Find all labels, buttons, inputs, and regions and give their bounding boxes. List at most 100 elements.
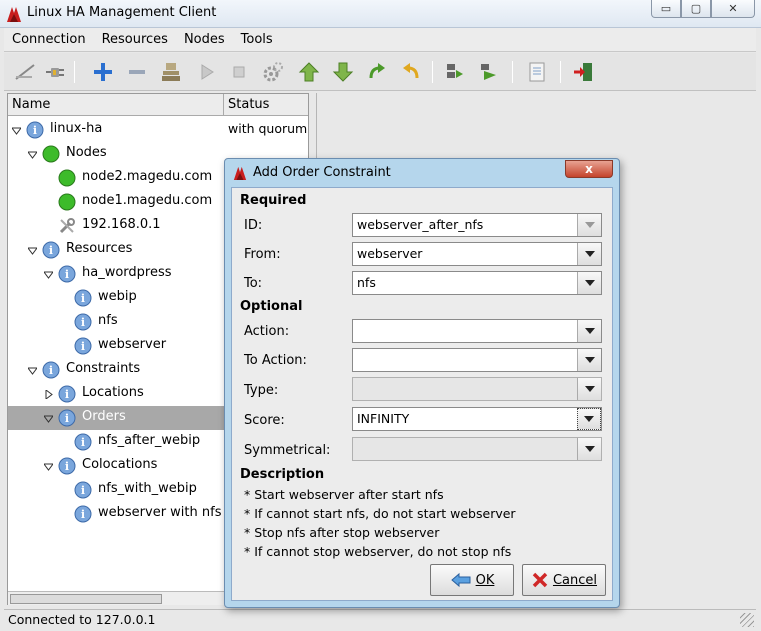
add-order-constraint-dialog: Add Order Constraint x Required ID: webs… bbox=[224, 158, 620, 608]
svg-text:i: i bbox=[65, 268, 69, 281]
symmetrical-select[interactable] bbox=[352, 437, 602, 461]
tree-label: Orders bbox=[82, 409, 126, 424]
window-titlebar: Linux HA Management Client ▭ ▢ ✕ bbox=[0, 0, 761, 28]
resize-grip-icon[interactable] bbox=[740, 613, 754, 627]
tree-label: nfs_after_webip bbox=[98, 433, 201, 448]
to-action-select[interactable] bbox=[352, 348, 602, 372]
info-icon: i bbox=[42, 241, 60, 259]
collapsed-arrow-icon[interactable] bbox=[44, 390, 53, 399]
svg-text:i: i bbox=[65, 460, 69, 473]
expanded-arrow-icon[interactable] bbox=[44, 270, 53, 279]
to-action-label: To Action: bbox=[244, 353, 307, 368]
info-icon: i bbox=[58, 265, 76, 283]
stop-icon[interactable] bbox=[226, 59, 252, 85]
standby-icon[interactable] bbox=[442, 59, 468, 85]
expanded-arrow-icon[interactable] bbox=[28, 366, 37, 375]
expanded-arrow-icon[interactable] bbox=[28, 150, 37, 159]
chevron-down-icon[interactable] bbox=[577, 408, 601, 430]
cancel-x-icon bbox=[532, 572, 548, 588]
minimize-button[interactable]: ▭ bbox=[651, 0, 681, 18]
to-select[interactable]: nfs bbox=[352, 271, 602, 295]
menu-tools[interactable]: Tools bbox=[233, 32, 281, 47]
ok-arrow-icon bbox=[450, 572, 471, 588]
heartbeat-app-icon bbox=[7, 7, 21, 22]
score-select[interactable]: INFINITY bbox=[352, 407, 602, 431]
window-title: Linux HA Management Client bbox=[27, 5, 217, 20]
redo-icon[interactable] bbox=[364, 59, 390, 85]
chevron-down-icon[interactable] bbox=[577, 272, 601, 294]
svg-text:i: i bbox=[81, 436, 85, 449]
chevron-down-icon[interactable] bbox=[577, 214, 601, 236]
connection-status: Connected to 127.0.0.1 bbox=[8, 612, 156, 627]
column-header-status[interactable]: Status bbox=[224, 94, 308, 116]
menu-resources[interactable]: Resources bbox=[94, 32, 176, 47]
gear-icon[interactable] bbox=[260, 59, 286, 85]
tree-label: Colocations bbox=[82, 457, 158, 472]
from-select[interactable]: webserver bbox=[352, 242, 602, 266]
info-icon: i bbox=[26, 121, 44, 139]
close-window-button[interactable]: ✕ bbox=[711, 0, 755, 18]
id-field[interactable]: webserver_after_nfs bbox=[352, 213, 602, 237]
tree-header: Name Status bbox=[8, 94, 308, 116]
required-section-label: Required bbox=[240, 193, 307, 208]
maximize-button[interactable]: ▢ bbox=[681, 0, 711, 18]
green-status-icon bbox=[58, 169, 76, 187]
active-icon[interactable] bbox=[476, 59, 502, 85]
info-icon: i bbox=[74, 433, 92, 451]
dialog-body: Required ID: webserver_after_nfs From: w… bbox=[231, 187, 613, 601]
to-label: To: bbox=[244, 276, 263, 291]
expanded-arrow-icon[interactable] bbox=[12, 126, 21, 135]
move-up-icon[interactable] bbox=[296, 59, 322, 85]
add-icon[interactable] bbox=[90, 59, 116, 85]
scrollbar-thumb[interactable] bbox=[10, 594, 162, 604]
description-line: * Start webserver after start nfs bbox=[244, 487, 444, 502]
undo-icon[interactable] bbox=[398, 59, 424, 85]
tree-label: linux-ha bbox=[50, 121, 103, 136]
type-select[interactable] bbox=[352, 377, 602, 401]
column-header-name[interactable]: Name bbox=[8, 94, 224, 116]
id-label: ID: bbox=[244, 218, 263, 233]
chevron-down-icon[interactable] bbox=[577, 438, 601, 460]
plug-icon[interactable] bbox=[42, 59, 68, 85]
svg-text:i: i bbox=[65, 388, 69, 401]
tree-row-orders[interactable]: i Orders bbox=[8, 406, 224, 430]
document-icon[interactable] bbox=[524, 59, 550, 85]
tree-label: webserver with nfs bbox=[98, 505, 222, 520]
action-select[interactable] bbox=[352, 319, 602, 343]
description-line: * Stop nfs after stop webserver bbox=[244, 525, 440, 540]
move-down-icon[interactable] bbox=[330, 59, 356, 85]
expanded-arrow-icon[interactable] bbox=[44, 414, 53, 423]
action-label: Action: bbox=[244, 324, 290, 339]
remove-icon[interactable] bbox=[124, 59, 150, 85]
ok-button[interactable]: OK bbox=[430, 564, 514, 596]
start-icon[interactable] bbox=[194, 59, 220, 85]
heartbeat-app-icon bbox=[233, 166, 247, 180]
tree-row-linux-ha[interactable]: i linux-ha with quorum bbox=[8, 118, 308, 142]
expanded-arrow-icon[interactable] bbox=[28, 246, 37, 255]
chevron-down-icon[interactable] bbox=[577, 320, 601, 342]
menu-connection[interactable]: Connection bbox=[4, 32, 94, 47]
status-bar: Connected to 127.0.0.1 bbox=[4, 609, 756, 629]
quorum-status: with quorum bbox=[228, 121, 308, 136]
chevron-down-icon[interactable] bbox=[577, 378, 601, 400]
tree-label: webip bbox=[98, 289, 137, 304]
info-icon: i bbox=[74, 313, 92, 331]
chevron-down-icon[interactable] bbox=[577, 243, 601, 265]
tree-label: nfs_with_webip bbox=[98, 481, 197, 496]
svg-text:i: i bbox=[49, 364, 53, 377]
exit-icon[interactable] bbox=[570, 59, 596, 85]
tree-label: ha_wordpress bbox=[82, 265, 172, 280]
cancel-button[interactable]: Cancel bbox=[522, 564, 606, 596]
dialog-close-button[interactable]: x bbox=[565, 160, 613, 178]
symmetrical-label: Symmetrical: bbox=[244, 443, 331, 458]
green-status-icon bbox=[42, 145, 60, 163]
chevron-down-icon[interactable] bbox=[577, 349, 601, 371]
dialog-title: Add Order Constraint bbox=[253, 165, 391, 180]
info-icon: i bbox=[58, 457, 76, 475]
menu-nodes[interactable]: Nodes bbox=[176, 32, 233, 47]
cleanup-icon[interactable] bbox=[158, 59, 184, 85]
svg-text:i: i bbox=[81, 292, 85, 305]
svg-text:i: i bbox=[81, 316, 85, 329]
disconnect-icon[interactable] bbox=[12, 59, 38, 85]
expanded-arrow-icon[interactable] bbox=[44, 462, 53, 471]
